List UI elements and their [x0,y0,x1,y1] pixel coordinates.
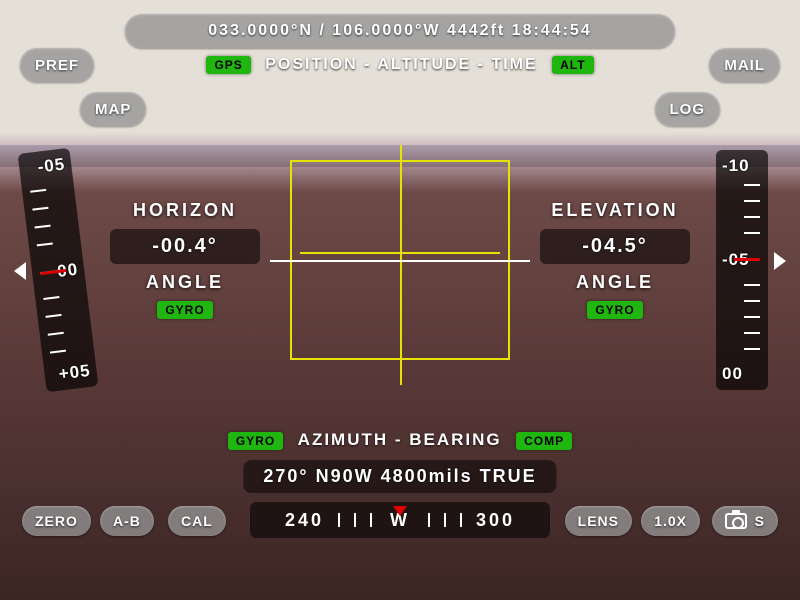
camera-suffix: S [755,513,765,529]
horizon-title: HORIZON [110,200,260,221]
azimuth-comp-chip[interactable]: COMP [516,432,572,450]
horizon-pointer-icon [14,262,26,280]
compass-left: 240 [285,510,324,531]
elevation-sub: ANGLE [540,272,690,293]
mail-button[interactable]: MAIL [709,48,780,82]
ab-button[interactable]: A-B [100,506,154,536]
elevation-title: ELEVATION [540,200,690,221]
compass-center: W [386,510,414,531]
cal-button[interactable]: CAL [168,506,226,536]
map-button[interactable]: MAP [80,92,146,126]
azimuth-title: AZIMUTH - BEARING [298,430,502,449]
compass-heading-marker-icon [393,506,407,516]
horizon-scale-bot: +05 [58,361,92,385]
camera-icon [725,513,747,529]
pref-button[interactable]: PREF [20,48,94,82]
elevation-scale-bot: 00 [722,364,743,384]
lens-button[interactable]: LENS [565,506,632,536]
elevation-scale-top: -10 [722,156,750,176]
position-status-bar: 033.0000°N / 106.0000°W 4442ft 18:44:54 [125,14,675,48]
compass-strip: 240 W 300 [250,502,550,538]
zoom-button[interactable]: 1.0X [641,506,700,536]
gps-chip[interactable]: GPS [206,56,250,74]
targeting-reticle [290,160,510,360]
elevation-gyro-chip[interactable]: GYRO [587,301,642,319]
elevation-pointer-icon [774,252,786,270]
top-subtitle: POSITION - ALTITUDE - TIME [265,56,537,73]
camera-button[interactable]: S [712,506,778,536]
elevation-scale: -10 -05 00 [716,150,768,390]
compass-right: 300 [476,510,515,531]
horizon-scale-top: -05 [37,154,67,177]
zero-button[interactable]: ZERO [22,506,91,536]
elevation-value: -04.5° [540,229,690,264]
alt-chip[interactable]: ALT [552,56,593,74]
horizon-value: -00.4° [110,229,260,264]
horizon-sub: ANGLE [110,272,260,293]
azimuth-gyro-chip[interactable]: GYRO [228,432,283,450]
position-status-text: 033.0000°N / 106.0000°W 4442ft 18:44:54 [208,22,591,40]
azimuth-readout: 270° N90W 4800mils TRUE [243,460,556,493]
log-button[interactable]: LOG [655,92,721,126]
horizon-scale: -05 00 +05 [18,148,99,393]
horizon-gyro-chip[interactable]: GYRO [157,301,212,319]
